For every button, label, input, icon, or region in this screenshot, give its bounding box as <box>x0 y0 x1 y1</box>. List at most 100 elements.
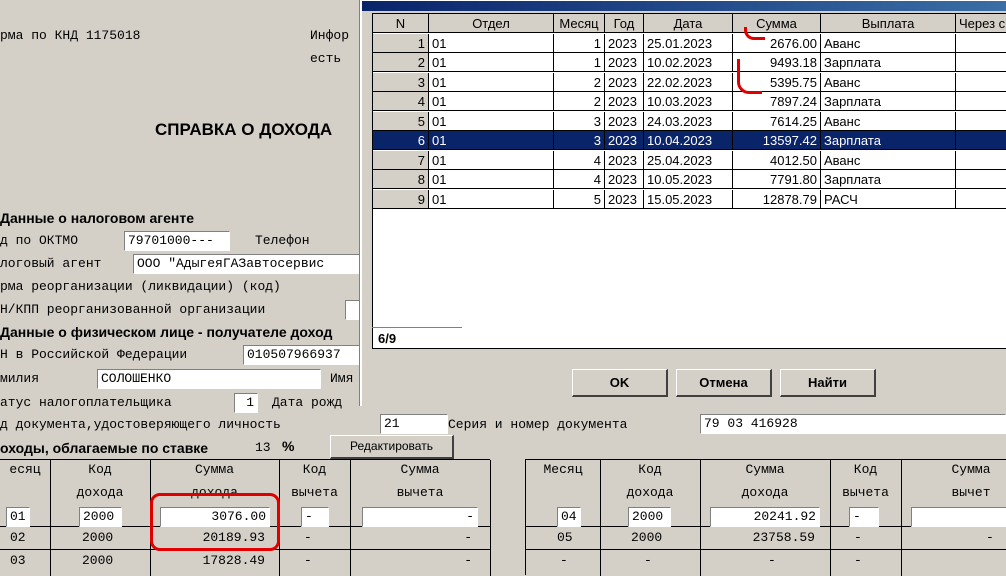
cell-via <box>956 92 1006 111</box>
cell-n: 5 <box>373 111 429 131</box>
deduction-code-field-right[interactable]: - <box>849 507 879 527</box>
doc-code-label: д документа,удостоверяющего личность <box>0 417 281 432</box>
dialog-titlebar[interactable] <box>362 1 1006 11</box>
cell-date: 10.04.2023 <box>644 131 733 150</box>
cell-month: 3 <box>554 131 605 150</box>
cell-via <box>956 112 1006 131</box>
table-row-month: 03 <box>10 553 26 568</box>
cell-sum: 7897.24 <box>733 92 821 111</box>
info-label: Инфор <box>310 28 350 43</box>
cell-dept: 01 <box>429 131 554 150</box>
col-header-dept[interactable]: Отдел <box>429 14 554 33</box>
col-ded-header-2: вычета <box>291 485 338 500</box>
cell-dept: 01 <box>429 189 554 209</box>
doc-code-field[interactable]: 21 <box>380 414 448 434</box>
cell-month: 4 <box>554 150 605 170</box>
col-header-year[interactable]: Год <box>605 14 644 33</box>
percent-sign: % <box>282 438 295 454</box>
table-row[interactable]: 4 01 2 2023 10.03.2023 7897.24 Зарплата <box>373 92 1006 112</box>
cell-pay: Зарплата <box>821 131 956 150</box>
status-label: атус налогоплательщика <box>0 395 172 410</box>
deduction-sum-field[interactable]: - <box>362 507 478 527</box>
table-row[interactable]: 9 01 5 2023 15.05.2023 12878.79 РАСЧ <box>373 189 1006 210</box>
cell-date: 22.02.2023 <box>644 72 733 92</box>
surname-label: милия <box>0 371 40 386</box>
status-field[interactable]: 1 <box>234 393 258 413</box>
cell-sum: 7791.80 <box>733 170 821 189</box>
col-month-header: есяц <box>9 462 41 477</box>
income-sum-field-right[interactable]: 20241.92 <box>710 507 820 527</box>
col-ded-header-right-2: вычета <box>842 485 889 500</box>
find-button[interactable]: Найти <box>780 369 876 397</box>
cell-month: 2 <box>554 92 605 111</box>
table-row-code: 2000 <box>82 553 114 568</box>
col-header-via[interactable]: Через с <box>956 14 1006 33</box>
month-field-right[interactable]: 04 <box>557 507 581 527</box>
cell-month: 1 <box>554 53 605 72</box>
cancel-button[interactable]: Отмена <box>676 369 772 397</box>
table-row[interactable]: 7 01 4 2023 25.04.2023 4012.50 Аванс <box>373 150 1006 171</box>
cell-n: 3 <box>373 72 429 92</box>
cell-date: 10.05.2023 <box>644 170 733 189</box>
col-header-payment[interactable]: Выплата <box>821 14 956 33</box>
col-header-n[interactable]: N <box>373 14 429 33</box>
name-label: Имя <box>330 371 354 386</box>
cell-pay: Зарплата <box>821 170 956 189</box>
cell-sum: 13597.42 <box>733 131 821 150</box>
cell-month: 1 <box>554 33 605 53</box>
table-row-sum: 23758.59 <box>752 530 815 545</box>
payments-dialog: N Отдел Месяц Год Дата Сумма Выплата Чер… <box>360 0 1006 406</box>
inn-field[interactable]: 010507966937 <box>243 345 360 365</box>
surname-field[interactable]: СОЛОШЕНКО <box>97 369 321 389</box>
table-row[interactable]: 2 01 1 2023 10.02.2023 9493.18 Зарплата <box>373 53 1006 73</box>
doc-series-label: Серия и номер документа <box>448 417 628 432</box>
cell-via <box>956 170 1006 189</box>
doc-series-field[interactable]: 79 03 416928 <box>700 414 1006 434</box>
col-header-date[interactable]: Дата <box>644 14 733 33</box>
deduction-code-field[interactable]: - <box>301 507 329 527</box>
reorg-label: рма реорганизации (ликвидации) (код) <box>0 279 281 294</box>
table-row[interactable]: 3 01 2 2023 22.02.2023 5395.75 Аванс <box>373 72 1006 93</box>
cell-n: 8 <box>373 170 429 189</box>
agent-field[interactable]: ООО "АдыгеяГАЗавтосервис <box>133 254 360 274</box>
cell-n: 2 <box>373 53 429 72</box>
cell-pay: Аванс <box>821 150 956 170</box>
inn-kpp-field[interactable] <box>345 300 360 320</box>
table-row-dsum: - <box>464 530 472 545</box>
person-section-heading: Данные о физическом лице - получателе до… <box>0 324 333 340</box>
inn-label: Н в Российской Федерации <box>0 347 188 362</box>
cell-year: 2023 <box>605 92 644 111</box>
cell-year: 2023 <box>605 150 644 170</box>
cell-date: 25.01.2023 <box>644 33 733 53</box>
cell-dept: 01 <box>429 170 554 189</box>
payments-grid[interactable]: N Отдел Месяц Год Дата Сумма Выплата Чер… <box>372 13 1006 349</box>
cell-sum: 7614.25 <box>733 111 821 131</box>
col-sum-header-right-2: дохода <box>741 485 789 500</box>
oktmo-field[interactable]: 79701000--- <box>124 231 230 251</box>
income-code-field-right[interactable]: 2000 <box>628 507 671 527</box>
table-row[interactable]: 6 01 3 2023 10.04.2023 13597.42 Зарплата <box>373 131 1006 151</box>
table-row-month: 02 <box>10 530 26 545</box>
cell-year: 2023 <box>605 170 644 189</box>
ok-button[interactable]: OK <box>572 369 668 397</box>
table-row-code: - <box>644 553 652 568</box>
col-dsum-header-right-2: вычет <box>951 485 991 500</box>
cell-pay: Аванс <box>821 33 956 53</box>
edit-button[interactable]: Редактировать <box>330 435 454 459</box>
month-field[interactable]: 01 <box>6 507 30 527</box>
table-row[interactable]: 5 01 3 2023 24.03.2023 7614.25 Аванс <box>373 111 1006 132</box>
table-row[interactable]: 1 01 1 2023 25.01.2023 2676.00 Аванс <box>373 33 1006 54</box>
table-row-ded: - <box>304 530 312 545</box>
col-header-month[interactable]: Месяц <box>554 14 605 33</box>
deduction-sum-field-right[interactable] <box>911 507 1006 527</box>
col-month-header-right: Месяц <box>543 462 583 477</box>
income-code-field[interactable]: 2000 <box>79 507 122 527</box>
table-row-month: 05 <box>557 530 573 545</box>
col-code-header-right: Код <box>638 462 662 477</box>
table-row[interactable]: 8 01 4 2023 10.05.2023 7791.80 Зарплата <box>373 170 1006 190</box>
table-row-ded: - <box>854 553 862 568</box>
red-annotation-mark <box>737 59 762 94</box>
rate-value: 13 <box>255 440 271 455</box>
cell-date: 24.03.2023 <box>644 111 733 131</box>
cell-pay: Зарплата <box>821 92 956 111</box>
